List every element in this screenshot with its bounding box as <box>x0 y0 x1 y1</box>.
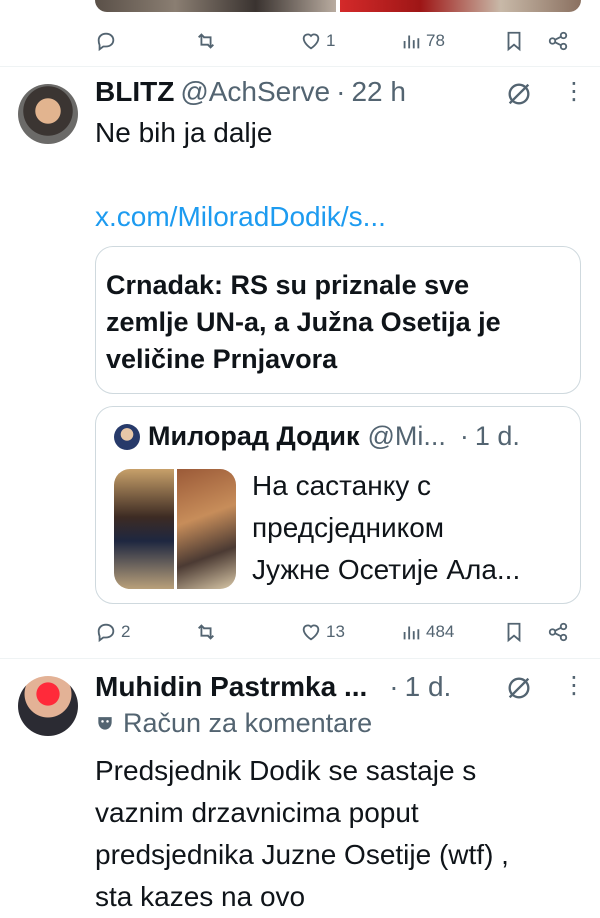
retweet-button[interactable] <box>195 26 221 56</box>
media-image-2[interactable] <box>340 0 581 12</box>
previous-tweet-media[interactable] <box>95 0 581 12</box>
card-title: Crnadak: RS su priznale sve zemlje UN-a,… <box>106 267 501 378</box>
card-title-line: zemlje UN-a, a Južna Osetija je <box>106 307 501 337</box>
tweet-text-line: vaznim drzavnicima poput <box>95 797 419 828</box>
more-options-icon[interactable]: ⋮ <box>562 674 586 698</box>
like-button[interactable]: 1 <box>300 26 335 56</box>
reply-count: 2 <box>121 622 131 641</box>
parody-mask-icon <box>98 717 112 730</box>
views-button[interactable]: 78 <box>400 26 445 56</box>
reply-icon <box>97 32 115 52</box>
quote-header: Милорад Додик @Mi... · 1 d. <box>114 421 520 452</box>
card-title-line: Crnadak: RS su priznale sve <box>106 270 470 300</box>
separator-dot: · <box>459 421 469 451</box>
quote-handle: @Mi... <box>367 421 446 451</box>
heart-icon <box>302 33 320 50</box>
quote-text-line: На састанку с <box>252 470 432 501</box>
account-label: Račun za komentare <box>95 706 372 740</box>
tweet-header: BLITZ @AchServe · 22 h <box>95 75 406 109</box>
share-button[interactable] <box>547 617 569 647</box>
share-icon <box>548 622 568 642</box>
share-icon <box>548 31 568 51</box>
like-button[interactable]: 13 <box>300 617 345 647</box>
quote-image-2[interactable] <box>176 469 236 589</box>
quote-display-name: Милорад Додик <box>148 421 360 451</box>
views-button[interactable]: 484 <box>400 617 454 647</box>
reply-button[interactable] <box>95 26 121 56</box>
tweet-actions: 2 13 484 <box>95 617 581 647</box>
link-preview-card[interactable]: Crnadak: RS su priznale sve zemlje UN-a,… <box>95 246 581 394</box>
avatar[interactable] <box>18 84 78 144</box>
timestamp[interactable]: 22 h <box>351 76 406 108</box>
tweet-link[interactable]: x.com/MiloradDodik/s... <box>95 196 386 238</box>
like-count: 13 <box>326 622 345 641</box>
display-name[interactable]: BLITZ <box>95 76 174 108</box>
bookmark-icon <box>507 31 521 52</box>
account-label-text: Račun za komentare <box>123 707 373 738</box>
retweet-icon <box>198 33 214 49</box>
display-name[interactable]: Muhidin Pastrmka ... <box>95 671 367 703</box>
heart-icon <box>302 624 320 641</box>
bookmark-button[interactable] <box>503 617 525 647</box>
like-count: 1 <box>326 31 336 50</box>
quote-text-line: предсједником <box>252 512 445 543</box>
reply-icon <box>97 623 115 643</box>
quote-media[interactable] <box>114 469 236 589</box>
quote-timestamp: 1 d. <box>474 421 520 451</box>
media-image-1[interactable] <box>95 0 336 12</box>
separator-dot: · <box>389 671 399 702</box>
tweet-actions: 1 78 <box>95 26 581 56</box>
grok-icon[interactable] <box>505 674 533 707</box>
retweet-button[interactable] <box>195 617 221 647</box>
tweet-text-line: Predsjednik Dodik se sastaje s <box>95 755 477 786</box>
quote-text: На састанку с предсједником Јужне Осетиј… <box>252 465 520 591</box>
timestamp[interactable]: 1 d. <box>405 671 452 703</box>
handle[interactable]: @AchServe <box>180 76 330 108</box>
divider <box>0 658 600 659</box>
more-options-icon[interactable]: ⋮ <box>562 80 586 104</box>
retweet-icon <box>198 624 214 640</box>
quoted-tweet[interactable]: Милорад Додик @Mi... · 1 d. На састанку … <box>95 406 581 604</box>
tweet-header: Muhidin Pastrmka ... · 1 d. <box>95 670 451 704</box>
view-count: 78 <box>426 31 445 50</box>
quote-text-line: Јужне Осетије Ала... <box>252 554 521 585</box>
card-title-line: veličine Prnjavora <box>106 344 338 374</box>
view-count: 484 <box>426 622 455 641</box>
avatar[interactable] <box>18 676 78 736</box>
views-icon <box>403 35 420 49</box>
tweet-text: Ne bih ja dalje <box>95 117 273 148</box>
tweet-text: Predsjednik Dodik se sastaje s vaznim dr… <box>95 750 509 918</box>
divider <box>0 66 600 67</box>
share-button[interactable] <box>547 26 569 56</box>
reply-button[interactable]: 2 <box>95 617 130 647</box>
tweet-text-line: sta kazes na ovo <box>95 881 306 912</box>
quote-image-1[interactable] <box>114 469 174 589</box>
separator-dot: · <box>336 76 346 107</box>
views-icon <box>403 626 420 640</box>
quote-avatar <box>114 423 140 450</box>
tweet-text-line: predsjednika Juzne Osetije (wtf) , <box>95 839 509 870</box>
grok-icon[interactable] <box>505 80 533 113</box>
bookmark-button[interactable] <box>503 26 525 56</box>
bookmark-icon <box>507 622 521 643</box>
